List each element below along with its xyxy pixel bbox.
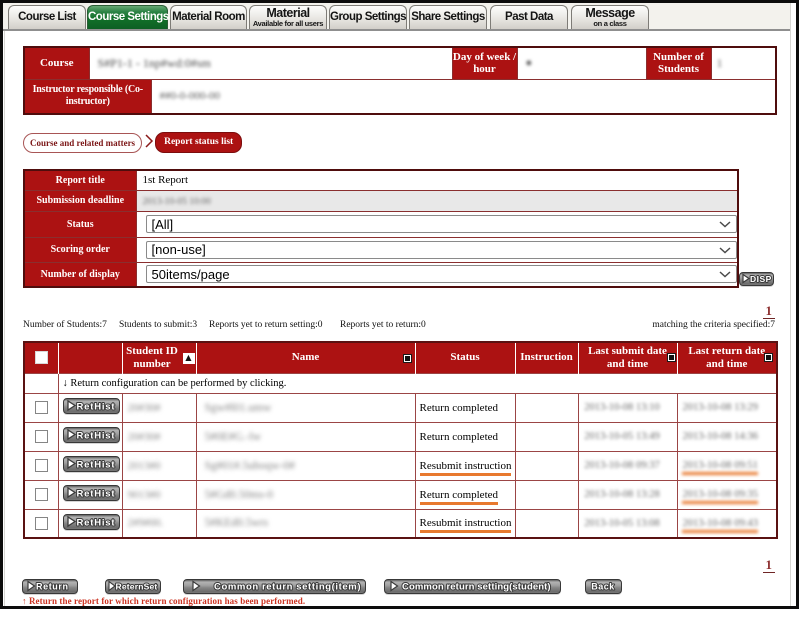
svg-text:DISP: DISP xyxy=(750,274,772,284)
svg-text:Back: Back xyxy=(591,582,615,592)
svg-text:ReternSet: ReternSet xyxy=(116,582,158,592)
svg-text:RetHist: RetHist xyxy=(76,431,115,442)
svg-text:Return: Return xyxy=(36,582,69,592)
svg-text:Common return setting(student): Common return setting(student) xyxy=(402,582,551,593)
svg-text:RetHist: RetHist xyxy=(76,402,115,413)
svg-text:Common return setting(item): Common return setting(item) xyxy=(214,582,361,593)
svg-text:RetHist: RetHist xyxy=(76,460,115,471)
svg-text:RetHist: RetHist xyxy=(76,517,115,528)
svg-text:RetHist: RetHist xyxy=(76,489,115,500)
